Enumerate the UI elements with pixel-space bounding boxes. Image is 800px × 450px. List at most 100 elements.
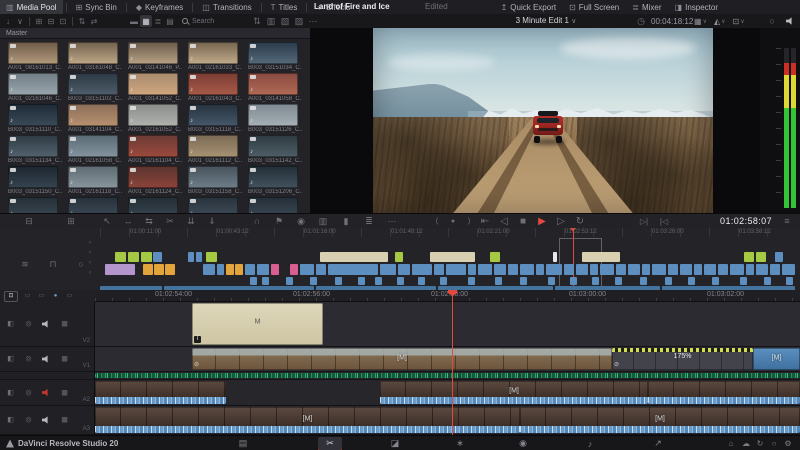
viewer-overlay-icon[interactable]: ▦∨ — [694, 17, 707, 26]
snapping-icon[interactable]: ∩ — [250, 215, 264, 228]
timeline-clip[interactable]: [M] — [380, 381, 648, 404]
mixer-panel-icon[interactable]: ≣ — [362, 215, 376, 228]
timeline-selector[interactable]: 3 Minute Edit 1 ∨ — [476, 14, 616, 28]
marker-icon[interactable]: ◉ — [294, 215, 308, 228]
media-clip[interactable]: ♪B003_03151134_C.. — [4, 133, 64, 164]
smart-bin-icon[interactable]: ⊡ — [57, 15, 69, 27]
selection-tool-icon[interactable]: ↖ — [100, 215, 114, 228]
timeline-clip[interactable]: 175%⊘ — [612, 348, 753, 370]
media-clip[interactable]: ♪A001_02161118_C.. — [64, 164, 124, 195]
overwrite-clip-icon[interactable]: ⇓ — [205, 215, 219, 228]
razor-tool-icon[interactable]: ✂ — [163, 215, 177, 228]
timeline-clip[interactable]: [M] — [95, 407, 520, 433]
tab-keyframes[interactable]: ◆Keyframes — [130, 0, 189, 14]
timeline-clip[interactable] — [95, 381, 226, 404]
auto-select-icon[interactable]: ◎ — [24, 414, 33, 427]
mute-speaker-icon[interactable] — [42, 355, 51, 363]
insert-clip-icon[interactable]: ⇊ — [184, 215, 198, 228]
view-preset-icon[interactable]: ● — [51, 290, 60, 303]
list-view-icon[interactable]: ≣ — [152, 15, 164, 27]
viewer-scale-icon[interactable]: ◭∨ — [714, 17, 726, 26]
media-clip[interactable]: ♪A001_03141046_P.. — [124, 40, 184, 71]
page-color[interactable]: ◉ — [511, 437, 535, 450]
filmstrip-icon[interactable]: ▦ — [60, 414, 69, 427]
dynamic-trim-icon[interactable]: ⇆ — [142, 215, 156, 228]
tab-titles[interactable]: TTitles — [265, 0, 304, 14]
timeline-clip[interactable] — [648, 381, 800, 404]
play-out-icon[interactable]: ) — [462, 215, 476, 228]
media-clip[interactable]: ♪B003_03151102_C.. — [64, 71, 124, 102]
mute-speaker-icon[interactable] — [42, 416, 51, 424]
media-clip[interactable]: ♪A001_02161033_C.. — [184, 40, 244, 71]
first-frame-button[interactable]: ⇤ — [478, 215, 492, 228]
tab-media-pool[interactable]: ▥Media Pool — [0, 0, 63, 14]
mute-speaker-icon[interactable] — [42, 389, 51, 397]
timeline-view-options-icon[interactable]: ⊡ — [4, 291, 18, 302]
track-height-icon[interactable]: ▭ — [23, 290, 32, 303]
filmstrip-view-icon[interactable]: ▬ — [128, 15, 140, 27]
timeline-ruler[interactable]: 01:02:54:0001:02:56:0001:02:58:0001:03:0… — [95, 290, 800, 302]
media-clip[interactable]: ♪B003_03151126_C.. — [244, 102, 304, 133]
cloud-icon[interactable]: ☁ — [739, 437, 753, 450]
media-clip[interactable]: ♪A001_02161136_C.. — [124, 195, 184, 213]
media-clip[interactable]: ♪A001_02161046_C.. — [4, 71, 64, 102]
minimap-markers-icon[interactable]: ⊓ — [46, 258, 60, 271]
import-options-chevron-icon[interactable]: ∨ — [14, 15, 26, 27]
page-fusion[interactable]: ∗ — [448, 437, 472, 450]
stop-button[interactable]: ■ — [516, 215, 530, 228]
step-forward-button[interactable]: ▷ — [554, 215, 568, 228]
media-clip[interactable]: ♪A001_08161013_C.. — [4, 40, 64, 71]
timeline-clip-icon[interactable]: ⊟ — [22, 215, 36, 228]
minimap-audio-icon[interactable]: ≋ — [18, 258, 32, 271]
playhead[interactable] — [452, 290, 453, 435]
lock-icon[interactable]: ◧ — [6, 353, 15, 366]
tab-sync-bin[interactable]: ⊞Sync Bin — [70, 0, 123, 14]
timeline-clip[interactable] — [95, 373, 800, 378]
timeline-bin-icon[interactable]: ⊞ — [64, 215, 78, 228]
mixer-button[interactable]: ≣Mixer — [632, 3, 661, 12]
page-cut[interactable]: ✂ — [318, 437, 342, 450]
viewer-expand-icon[interactable]: ⊡∨ — [733, 17, 745, 26]
timeline-view-icon[interactable]: ▥ — [316, 215, 330, 228]
timeline-options-icon[interactable]: ≡ — [780, 215, 794, 228]
media-clip[interactable]: ♪B003_03151214_C.. — [64, 195, 124, 213]
track-layout-icon[interactable]: ▭ — [37, 290, 46, 303]
step-back-button[interactable]: ◁ — [497, 215, 511, 228]
settings-icon[interactable]: ⚙ — [781, 437, 795, 450]
bin-header[interactable]: Master — [0, 28, 310, 39]
update-icon[interactable]: ↻ — [753, 437, 767, 450]
page-deliver[interactable]: ↗ — [646, 437, 670, 450]
viewer-image[interactable] — [373, 28, 713, 213]
media-clip[interactable]: ♪A001_02161052_C.. — [124, 102, 184, 133]
auto-select-icon[interactable]: ◎ — [24, 386, 33, 399]
flag-icon[interactable]: ⚑ — [272, 215, 286, 228]
play-in-icon[interactable]: ( — [430, 215, 444, 228]
play-button[interactable]: ▶ — [535, 215, 549, 228]
play-around-icon[interactable]: ▷| — [637, 215, 651, 228]
clip-filter-icon[interactable]: ▥ — [264, 15, 278, 28]
more-options-icon[interactable]: ⋯ — [306, 15, 320, 28]
timeline-clip[interactable]: MT — [192, 303, 323, 345]
speaker-icon[interactable] — [786, 17, 795, 25]
media-clip[interactable]: ♪A001_03141058_C.. — [244, 71, 304, 102]
timeline-clip[interactable]: [M] — [753, 348, 800, 370]
usage-icon[interactable]: ▧ — [278, 15, 292, 28]
media-clip[interactable]: ♪A001_02161043_C.. — [184, 71, 244, 102]
filmstrip-icon[interactable]: ▦ — [60, 386, 69, 399]
lock-icon[interactable]: ◧ — [6, 414, 15, 427]
inspector-button[interactable]: ◨Inspector — [675, 3, 718, 12]
clip-color-icon[interactable]: ▨ — [292, 15, 306, 28]
page-media[interactable]: ▤ — [231, 437, 255, 450]
minimap-ruler[interactable] — [100, 228, 795, 237]
minimap-zoom-icon[interactable]: ○ — [74, 258, 88, 271]
media-clip[interactable]: ♪B003_03151118_C.. — [184, 102, 244, 133]
media-clip[interactable]: ♪A001_03141052_C.. — [124, 71, 184, 102]
record-icon[interactable]: ● — [446, 215, 460, 228]
audio-meters-icon[interactable]: ▮ — [339, 215, 353, 228]
filmstrip-icon[interactable]: ▦ — [60, 318, 69, 331]
auto-select-icon[interactable]: ◎ — [24, 353, 33, 366]
relink-media-icon[interactable]: ⇄ — [88, 15, 100, 27]
timeline-clip[interactable]: [M] — [520, 407, 800, 433]
loop-button[interactable]: ↻ — [573, 215, 587, 228]
remove-bin-icon[interactable]: ⊟ — [45, 15, 57, 27]
